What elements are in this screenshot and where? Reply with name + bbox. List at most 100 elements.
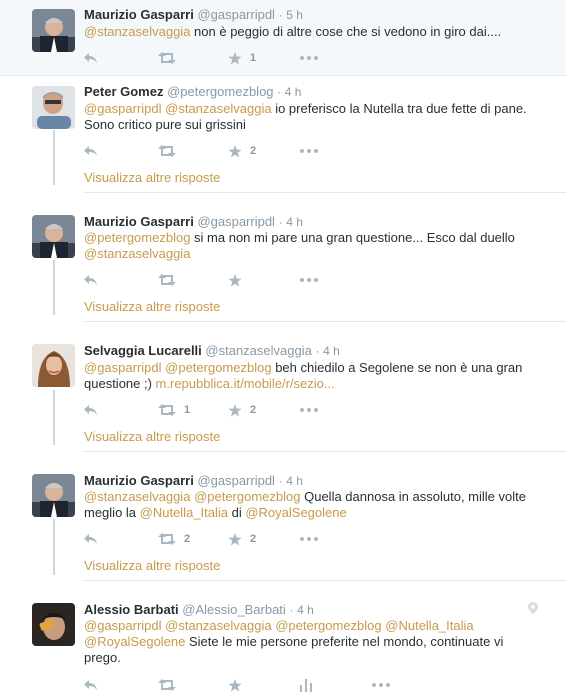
avatar[interactable] [32,215,75,258]
view-more-replies-link[interactable]: Visualizza altre risposte [84,558,220,574]
more-button[interactable] [300,50,318,66]
favorite-button[interactable]: 1 [228,50,256,66]
favorite-count: 1 [250,52,257,64]
favorite-button[interactable]: 2 [228,402,256,418]
mention-link[interactable]: @stanzaselvaggia [84,489,190,504]
mention-link[interactable]: @stanzaselvaggia [165,101,271,116]
tweet-text-segment: meglio la [84,505,140,520]
author-handle[interactable]: @stanzaselvaggia [205,343,311,358]
author-name[interactable]: Maurizio Gasparri [84,7,194,22]
favorite-button[interactable]: 2 [228,531,256,547]
mention-link[interactable]: @stanzaselvaggia [165,618,271,633]
mention-link[interactable]: @gasparripdl [84,101,162,116]
timestamp[interactable]: 4 h [297,603,314,617]
author-handle[interactable]: @gasparripdl [197,7,275,22]
divider [84,580,566,581]
retweet-button[interactable]: 2 [158,531,190,547]
more-button[interactable] [300,531,318,547]
mention-link[interactable]: @RoyalSegolene [245,505,346,520]
divider [84,451,566,452]
reply-icon [84,534,97,544]
more-dots-icon [300,56,318,60]
analytics-button[interactable] [300,677,312,693]
reply-icon [84,680,97,690]
thread-line [53,260,55,315]
tweet-text-segment: si ma non mi pare una gran questione... … [190,230,515,245]
timestamp[interactable]: 4 h [285,85,302,99]
author-handle[interactable]: @gasparripdl [197,214,275,229]
reply-button[interactable] [84,531,98,547]
location-pin-icon[interactable] [528,602,538,617]
mention-link[interactable]: @Nutella_Italia [385,618,473,633]
more-button[interactable] [300,272,318,288]
timestamp[interactable]: 5 h [286,8,303,22]
url-link[interactable]: m.repubblica.it/mobile/r/sezio... [156,376,335,391]
mention-link[interactable]: @petergomezblog [194,489,300,504]
tweet-actions: 1 2 [84,402,384,418]
mention-link[interactable]: @gasparripdl [84,618,162,633]
timestamp[interactable]: 4 h [286,215,303,229]
separator-dot: · [278,8,283,22]
tweet-text: @stanzaselvaggia @petergomezblog Quella … [84,489,534,521]
author-handle[interactable]: @petergomezblog [167,84,273,99]
favorite-count: 2 [250,404,257,416]
mention-link[interactable]: @stanzaselvaggia [84,246,190,261]
mention-link[interactable]: @petergomezblog [165,360,271,375]
reply-button[interactable] [84,50,98,66]
view-more-replies-link[interactable]: Visualizza altre risposte [84,299,220,315]
mention-link[interactable]: @RoyalSegolene [84,634,185,649]
mention-link[interactable]: @stanzaselvaggia [84,24,190,39]
reply-button[interactable] [84,272,98,288]
reply-button[interactable] [84,677,98,693]
author-handle[interactable]: @gasparripdl [197,473,275,488]
divider [0,75,566,76]
more-button[interactable] [300,143,318,159]
avatar[interactable] [32,9,75,52]
thread-line [53,519,55,575]
tweet-actions [84,272,384,288]
conversation-thread: Maurizio Gasparri @gasparripdl · 5 h @st… [0,0,566,699]
retweet-button[interactable] [158,677,184,693]
reply-button[interactable] [84,402,98,418]
retweet-button[interactable] [158,143,184,159]
tweet-text: @petergomezblog si ma non mi pare una gr… [84,230,534,262]
avatar[interactable] [32,603,75,646]
separator-dot: · [278,215,283,229]
more-button[interactable] [300,402,318,418]
avatar[interactable] [32,86,75,129]
favorite-button[interactable] [228,272,250,288]
avatar[interactable] [32,344,75,387]
star-icon [228,532,242,545]
retweet-button[interactable] [158,272,184,288]
author-name[interactable]: Maurizio Gasparri [84,473,194,488]
author-name[interactable]: Alessio Barbati [84,602,179,617]
mention-link[interactable]: @petergomezblog [84,230,190,245]
tweet-text-segment: Sono critico pure sui grissini [84,117,246,132]
view-more-replies-link[interactable]: Visualizza altre risposte [84,170,220,186]
view-more-replies-link[interactable]: Visualizza altre risposte [84,429,220,445]
timestamp[interactable]: 4 h [286,474,303,488]
thread-line [53,130,55,185]
more-dots-icon [300,278,318,282]
author-name[interactable]: Maurizio Gasparri [84,214,194,229]
author-name[interactable]: Peter Gomez [84,84,163,99]
author-name[interactable]: Selvaggia Lucarelli [84,343,202,358]
reply-icon [84,53,97,63]
more-button[interactable] [372,677,390,693]
reply-icon [84,275,97,285]
retweet-button[interactable] [158,50,184,66]
author-handle[interactable]: @Alessio_Barbati [182,602,286,617]
reply-button[interactable] [84,143,98,159]
mention-link[interactable]: @petergomezblog [275,618,381,633]
favorite-button[interactable] [228,677,250,693]
timestamp[interactable]: 4 h [323,344,340,358]
favorite-button[interactable]: 2 [228,143,256,159]
retweet-button[interactable]: 1 [158,402,190,418]
mention-link[interactable]: @Nutella_Italia [140,505,228,520]
retweet-icon [158,145,176,157]
more-dots-icon [372,683,390,687]
tweet-text: @stanzaselvaggia non è peggio di altre c… [84,24,534,40]
mention-link[interactable]: @gasparripdl [84,360,162,375]
avatar[interactable] [32,474,75,517]
retweet-count: 2 [184,533,191,545]
